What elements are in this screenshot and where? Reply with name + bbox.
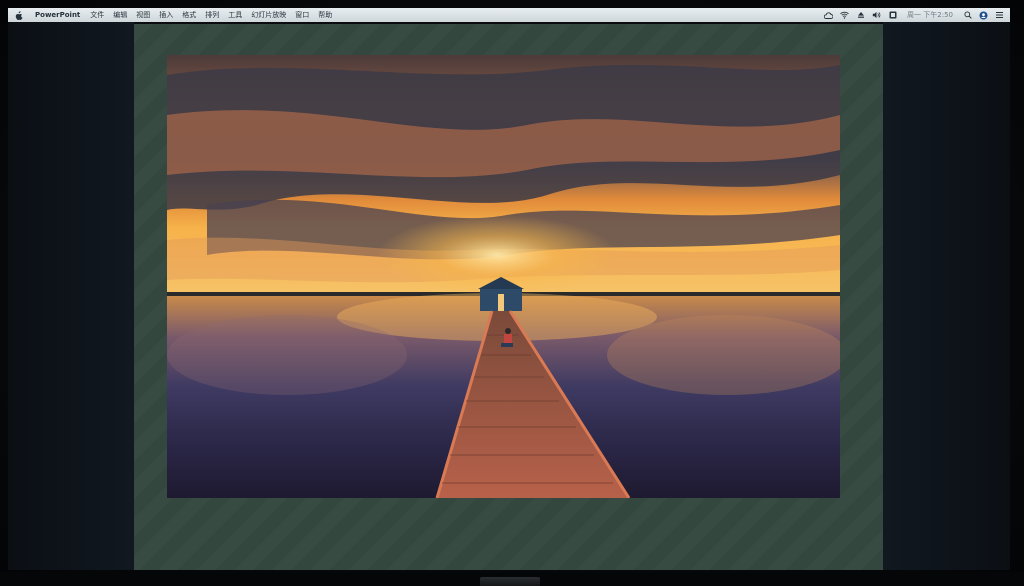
menu-app-name[interactable]: PowerPoint [35,11,80,19]
menu-view[interactable]: 视图 [136,10,150,20]
menu-help[interactable]: 帮助 [318,10,332,20]
apple-logo-icon[interactable] [14,10,23,20]
user-icon[interactable] [979,11,988,20]
menubar-clock[interactable]: 周一 下午2:50 [907,10,953,20]
slide-stage[interactable] [134,24,883,570]
menu-bar: PowerPoint 文件 编辑 视图 插入 格式 排列 工具 幻灯片放映 窗口… [8,8,1010,22]
menu-format[interactable]: 格式 [182,10,196,20]
desktop-right [883,22,1010,570]
search-icon[interactable] [963,11,972,20]
menu-edit[interactable]: 编辑 [113,10,127,20]
menu-file[interactable]: 文件 [90,10,104,20]
volume-icon[interactable] [872,11,881,20]
eject-icon[interactable] [856,11,865,20]
menu-insert[interactable]: 插入 [159,10,173,20]
input-method-icon[interactable] [888,11,897,20]
menu-arrange[interactable]: 排列 [205,10,219,20]
sunset-boathouse-jetty-photo[interactable] [167,55,840,498]
screen: PowerPoint 文件 编辑 视图 插入 格式 排列 工具 幻灯片放映 窗口… [8,8,1010,570]
monitor-stand [480,577,540,586]
menu-window[interactable]: 窗口 [295,10,309,20]
menu-slideshow[interactable]: 幻灯片放映 [251,10,286,20]
list-icon[interactable] [995,11,1004,20]
monitor: PowerPoint 文件 编辑 视图 插入 格式 排列 工具 幻灯片放映 窗口… [0,0,1024,586]
desktop-left [8,22,134,570]
menu-tools[interactable]: 工具 [228,10,242,20]
status-area: 周一 下午2:50 [824,10,1004,20]
cloud-sync-icon[interactable] [824,11,834,20]
wifi-icon[interactable] [840,11,849,20]
